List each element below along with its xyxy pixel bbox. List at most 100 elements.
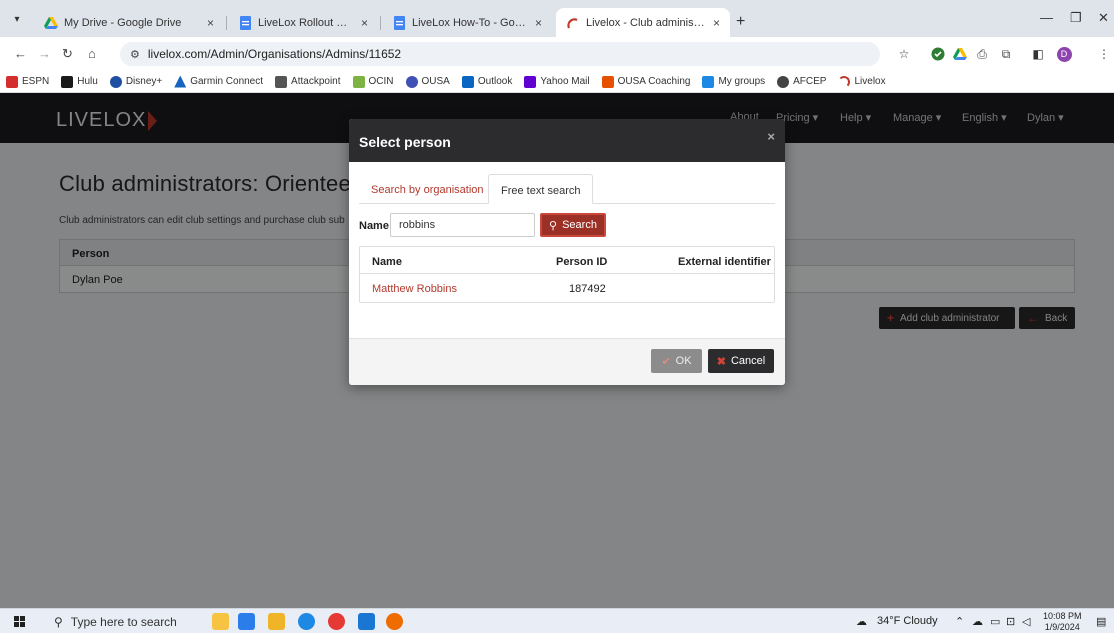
bookmark-outlook[interactable]: Outlook (461, 75, 512, 88)
browser-tab-howto-docs[interactable]: LiveLox How-To - Google Docs × (382, 8, 552, 37)
google-docs-icon (392, 15, 406, 30)
espn-icon (6, 75, 18, 88)
check-icon: ✔ (661, 355, 671, 368)
edge-icon[interactable] (298, 613, 315, 630)
system-clock[interactable]: 10:08 PM 1/9/2024 (1043, 611, 1082, 633)
bookmark-disney[interactable]: Disney+ (109, 75, 162, 88)
hulu-taskbar-icon[interactable] (268, 613, 285, 630)
tab-close-icon[interactable]: × (713, 16, 720, 30)
dialog-title: Select person (359, 134, 451, 150)
bookmark-attackpoint[interactable]: Attackpoint (275, 75, 341, 88)
tab-free-text-search[interactable]: Free text search (488, 174, 594, 204)
google-drive-extension-icon[interactable] (952, 46, 968, 62)
extension-check-icon[interactable] (930, 46, 946, 62)
person-id: 187492 (569, 283, 606, 295)
paint-icon[interactable] (386, 613, 403, 630)
file-explorer-icon[interactable] (212, 613, 229, 630)
weather-text[interactable]: 34°F Cloudy (877, 615, 938, 627)
home-icon[interactable]: ⌂ (88, 46, 96, 61)
results-table: Name Person ID External identifier Matth… (359, 246, 775, 303)
page-content: LIVELOX About Pricing ▾ Help ▾ Manage ▾ … (0, 93, 1114, 608)
site-settings-icon[interactable]: ⚙ (130, 48, 140, 61)
outlook-icon (461, 75, 474, 88)
bookmark-ocin[interactable]: OCIN (352, 75, 394, 88)
tray-chevron-icon[interactable]: ⌃ (955, 615, 964, 628)
new-tab-button[interactable]: + (736, 13, 745, 31)
browser-tab-google-drive[interactable]: My Drive - Google Drive × (34, 8, 224, 37)
search-button[interactable]: ⚲ Search (540, 213, 606, 237)
restore-icon[interactable]: ❐ (1070, 10, 1082, 26)
reload-icon[interactable]: ↻ (62, 46, 73, 62)
tab-search-chevron-icon[interactable]: ▾ (8, 10, 26, 28)
windows-start-icon[interactable] (14, 616, 25, 627)
url-bar[interactable]: ⚙ livelox.com/Admin/Organisations/Admins… (120, 42, 880, 66)
url-text: livelox.com/Admin/Organisations/Admins/1… (147, 47, 402, 61)
disney-icon (109, 75, 122, 88)
forward-arrow-icon[interactable]: → (38, 46, 51, 61)
cloud-sync-icon[interactable]: ☁ (972, 615, 983, 628)
bookmark-livelox[interactable]: Livelox (838, 75, 886, 88)
garmin-icon (174, 75, 187, 88)
side-panel-icon[interactable]: ◧ (1030, 46, 1046, 62)
attackpoint-icon (275, 75, 288, 88)
livelox-icon (838, 75, 851, 88)
search-icon: ⚲ (54, 615, 63, 629)
column-name: Name (372, 256, 402, 268)
bookmark-afcep[interactable]: AFCEP (777, 75, 826, 88)
bookmark-star-icon[interactable]: ☆ (896, 46, 912, 62)
name-search-input[interactable] (390, 213, 535, 237)
weather-icon[interactable]: ☁ (856, 615, 867, 628)
browser-tab-bar: ▾ My Drive - Google Drive × LiveLox Roll… (0, 0, 1114, 37)
name-label: Name (359, 220, 389, 232)
store-icon[interactable] (238, 613, 255, 630)
monitor-app-icon[interactable] (358, 613, 375, 630)
hulu-icon (61, 75, 74, 88)
bookmark-my-groups[interactable]: My groups (702, 75, 765, 88)
search-tabs: Search by organisation Free text search (359, 174, 775, 204)
ok-button[interactable]: ✔ OK (651, 349, 702, 373)
minimize-icon[interactable]: — (1040, 10, 1053, 25)
browser-tab-rollout-brainstorming[interactable]: LiveLox Rollout Brainstorming - × (228, 8, 378, 37)
extension-icon[interactable]: ⎙ (974, 46, 990, 62)
groups-icon (702, 75, 715, 88)
column-external-identifier: External identifier (678, 256, 771, 268)
bookmark-hulu[interactable]: Hulu (61, 75, 98, 88)
close-icon[interactable]: × (767, 129, 775, 144)
bookmark-ousa[interactable]: OUSA (405, 75, 450, 88)
browser-menu-icon[interactable]: ⋮ (1096, 46, 1112, 62)
tab-search-by-organisation[interactable]: Search by organisation (359, 174, 496, 204)
google-drive-icon (44, 16, 58, 30)
extensions-puzzle-icon[interactable]: ⧉ (998, 46, 1014, 62)
livelox-icon (566, 16, 580, 30)
back-arrow-icon[interactable]: ← (14, 46, 27, 61)
bookmark-yahoo-mail[interactable]: Yahoo Mail (524, 75, 590, 88)
dialog-header: Select person × (349, 119, 785, 162)
network-icon[interactable]: ⊡ (1006, 615, 1015, 628)
chrome-icon[interactable] (328, 613, 345, 630)
battery-icon[interactable]: ▭ (990, 615, 1000, 628)
ocin-icon (352, 75, 365, 88)
bookmark-garmin[interactable]: Garmin Connect (174, 75, 263, 88)
tab-close-icon[interactable]: × (535, 16, 542, 30)
bookmark-ousa-coaching[interactable]: OUSA Coaching (601, 75, 690, 88)
yahoo-mail-icon (524, 75, 537, 88)
cancel-button[interactable]: ✖ Cancel (708, 349, 774, 373)
notifications-icon[interactable]: ▤ (1096, 615, 1106, 628)
close-window-icon[interactable]: ✕ (1098, 10, 1109, 26)
bookmark-espn[interactable]: ESPN (6, 75, 49, 88)
person-name-link[interactable]: Matthew Robbins (372, 283, 457, 295)
tab-separator (380, 16, 381, 30)
x-icon: ✖ (716, 355, 726, 368)
address-toolbar: ← → ↻ ⌂ ⚙ livelox.com/Admin/Organisation… (0, 37, 1114, 71)
table-row[interactable]: Matthew Robbins 187492 (360, 274, 774, 302)
google-docs-icon (238, 15, 252, 30)
column-person-id: Person ID (556, 256, 608, 268)
browser-tab-livelox-active[interactable]: Livelox - Club administrators: O × (556, 8, 730, 37)
taskbar-search[interactable]: ⚲ Type here to search (54, 615, 177, 629)
search-icon: ⚲ (549, 219, 558, 232)
windows-taskbar: ⚲ Type here to search ☁ 34°F Cloudy ⌃ ☁ ▭… (0, 608, 1114, 633)
volume-icon[interactable]: ◁ (1022, 615, 1030, 628)
tab-close-icon[interactable]: × (361, 16, 368, 30)
tab-close-icon[interactable]: × (207, 16, 214, 30)
profile-avatar[interactable]: D (1056, 46, 1072, 62)
